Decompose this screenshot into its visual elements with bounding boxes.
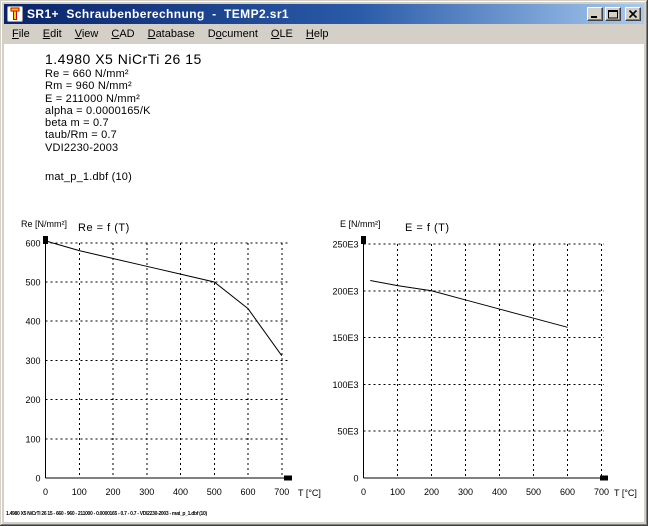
re_chart-xtick-label: 400: [173, 487, 188, 497]
re_chart-xtick-label: 600: [240, 487, 255, 497]
minimize-icon: [589, 9, 601, 19]
window-title: SR1+ Schraubenberechnung - TEMP2.sr1: [27, 7, 289, 21]
screw-icon[interactable]: [7, 6, 23, 22]
client-area: 1.4980 X5 NiCrTi 26 15 Re = 660 N/mm² Rm…: [4, 44, 644, 522]
re_chart-ytick-label: 100: [25, 434, 40, 444]
menu-item-document[interactable]: Document: [203, 26, 263, 42]
re_chart-ytick-label: 600: [25, 238, 40, 248]
e_chart-xtick-label: 100: [390, 487, 405, 497]
close-button[interactable]: [625, 7, 641, 21]
e_chart-ytick-label: 0: [353, 474, 358, 484]
menu-item-file[interactable]: File: [7, 26, 35, 42]
menu-item-database[interactable]: Database: [143, 26, 200, 42]
e_chart-ytick-label: 200E3: [332, 286, 358, 296]
re_chart-xlabel: T [°C]: [298, 488, 321, 498]
e_chart-curve: [370, 281, 567, 328]
e_chart-title: E = f (T): [405, 222, 450, 234]
maximize-icon: [607, 9, 619, 19]
footer-status-text: 1.4980 X5 NiCrTi 26 15 - 660 - 960 - 211…: [6, 511, 207, 517]
e_chart-xtick-label: 0: [361, 487, 366, 497]
re_chart-ytick-label: 0: [35, 474, 40, 484]
menu-item-help[interactable]: Help: [301, 26, 334, 42]
e_chart-xtick-label: 400: [492, 487, 507, 497]
close-icon: [627, 9, 639, 19]
re_chart-curve: [46, 241, 282, 356]
e_chart-xlabel: T [°C]: [614, 488, 637, 498]
re_chart-ytick-label: 500: [25, 278, 40, 288]
window-controls: [585, 7, 641, 21]
e_chart-xtick-label: 700: [594, 487, 609, 497]
re_chart-xtick-label: 700: [274, 487, 289, 497]
re_chart-xtick-label: 0: [43, 487, 48, 497]
e_chart-xtick-label: 500: [526, 487, 541, 497]
e_chart-ytick-label: 250E3: [332, 240, 358, 250]
menu-item-cad[interactable]: CAD: [106, 26, 139, 42]
titlebar[interactable]: SR1+ Schraubenberechnung - TEMP2.sr1: [4, 4, 644, 24]
re_chart-xtick-label: 300: [139, 487, 154, 497]
menu-item-view[interactable]: View: [70, 26, 104, 42]
e_chart-ytick-label: 100E3: [332, 380, 358, 390]
e_chart-xtick-label: 600: [560, 487, 575, 497]
e_chart-xtick-label: 200: [424, 487, 439, 497]
maximize-button[interactable]: [605, 7, 621, 21]
minimize-button[interactable]: [587, 7, 603, 21]
re_chart-ytick-label: 300: [25, 356, 40, 366]
re_chart-xtick-label: 100: [72, 487, 87, 497]
e_chart-ytick-label: 150E3: [332, 333, 358, 343]
e_chart-ylabel: E [N/mm²]: [340, 219, 381, 229]
menu-item-edit[interactable]: Edit: [38, 26, 67, 42]
charts-canvas: 0 100 200 300 400 500 600 700 0 100 200 300 400 500 60…: [4, 44, 644, 522]
re_chart-x-axis-end-marker: [284, 476, 292, 481]
re_chart-ytick-label: 200: [25, 395, 40, 405]
e_chart-xtick-label: 300: [458, 487, 473, 497]
app-window: SR1+ Schraubenberechnung - TEMP2.sr1 Fil…: [0, 0, 648, 526]
re_chart-title: Re = f (T): [78, 222, 130, 234]
e_chart-ytick-label: 50E3: [337, 427, 358, 437]
re_chart-xtick-label: 500: [207, 487, 222, 497]
e_chart-x-axis-end-marker: [600, 476, 608, 481]
re_chart-y-axis-end-marker: [43, 236, 48, 244]
re_chart-ylabel: Re [N/mm²]: [21, 219, 67, 229]
menubar: FileEditViewCADDatabaseDocumentOLEHelp: [4, 24, 644, 44]
re_chart-xtick-label: 200: [105, 487, 120, 497]
re_chart-ytick-label: 400: [25, 317, 40, 327]
e_chart-y-axis-end-marker: [361, 236, 366, 244]
menu-item-ole[interactable]: OLE: [266, 26, 298, 42]
